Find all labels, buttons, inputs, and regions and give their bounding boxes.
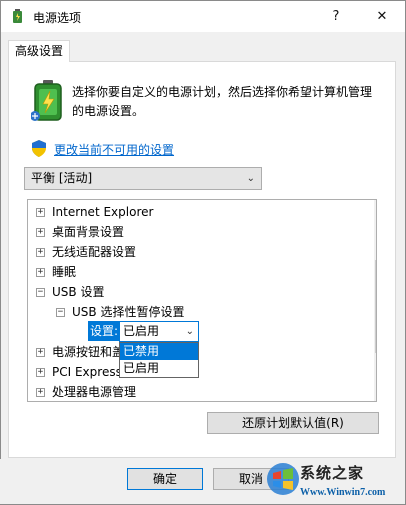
scroll-down-arrow-icon[interactable]: ▼: [374, 384, 376, 401]
intro-text: 选择你要自定义的电源计划，然后选择你希望计算机管理的电源设置。: [72, 85, 373, 118]
tree-item-label: 电源按钮和盖: [52, 345, 125, 359]
battery-icon: [31, 80, 62, 121]
tree-item-label: 睡眠: [52, 265, 77, 279]
collapse-icon[interactable]: −: [56, 308, 65, 317]
tab-advanced-settings[interactable]: 高级设置: [8, 40, 70, 62]
dropdown-option-disabled[interactable]: 已禁用: [120, 343, 198, 360]
title-bar: 电源选项 ? ✕: [1, 1, 405, 32]
tree-item[interactable]: + Internet Explorer: [28, 202, 358, 222]
power-settings-tree[interactable]: + Internet Explorer + 桌面背景设置 + 无线适配器设置 +…: [27, 199, 377, 402]
setting-value: 已启用: [123, 324, 160, 338]
expand-icon[interactable]: +: [36, 208, 45, 217]
help-icon: ?: [332, 9, 340, 24]
close-icon: ✕: [376, 9, 388, 24]
watermark-url: Www.Winwin7.com: [300, 487, 386, 498]
tree-item[interactable]: + 睡眠: [28, 262, 358, 282]
expand-icon[interactable]: +: [36, 348, 45, 357]
scroll-up-arrow-icon[interactable]: ▲: [374, 200, 376, 217]
restore-plan-defaults-button[interactable]: 还原计划默认值(R): [207, 412, 379, 434]
close-button[interactable]: ✕: [359, 1, 405, 32]
tree-item[interactable]: + 处理器电源管理: [28, 382, 358, 401]
scroll-thumb[interactable]: [375, 260, 376, 353]
tree-item[interactable]: + 桌面背景设置: [28, 222, 358, 242]
window-title: 电源选项: [33, 11, 82, 25]
chevron-down-icon: ⌄: [185, 326, 194, 337]
help-button[interactable]: ?: [313, 1, 359, 32]
power-plan-value: 平衡 [活动]: [31, 171, 93, 185]
setting-value-dropdown[interactable]: 已禁用 已启用: [119, 342, 199, 378]
tree-item-label: 无线适配器设置: [52, 245, 137, 259]
power-plan-select[interactable]: 平衡 [活动] ⌄: [24, 167, 262, 190]
tree-item[interactable]: + 无线适配器设置: [28, 242, 358, 262]
tree-scrollbar[interactable]: ▲ ▼: [374, 200, 376, 401]
tree-item[interactable]: − USB 选择性暂停设置: [28, 302, 358, 322]
ok-button[interactable]: 确定: [127, 468, 203, 490]
expand-icon[interactable]: +: [36, 248, 45, 257]
expand-icon[interactable]: +: [36, 228, 45, 237]
tree-item[interactable]: − USB 设置: [28, 282, 358, 302]
expand-icon[interactable]: +: [36, 388, 45, 397]
expand-icon[interactable]: +: [36, 268, 45, 277]
tree-item-label: USB 选择性暂停设置: [72, 305, 185, 319]
uac-shield-icon: [32, 140, 46, 157]
tree-item-label: Internet Explorer: [52, 205, 154, 219]
dropdown-option-enabled[interactable]: 已启用: [120, 360, 198, 377]
setting-value-select[interactable]: 已启用 ⌄: [119, 321, 199, 342]
watermark-title: 系统之家: [300, 464, 365, 482]
tree-item-label: PCI Express: [52, 365, 122, 379]
collapse-icon[interactable]: −: [36, 288, 45, 297]
power-options-icon: [13, 9, 22, 23]
tree-item-label: 处理器电源管理: [52, 385, 137, 399]
expand-icon[interactable]: +: [36, 368, 45, 377]
change-unavailable-settings-link[interactable]: 更改当前不可用的设置: [54, 141, 174, 158]
setting-label: 设置:: [88, 321, 121, 341]
tree-item-label: 桌面背景设置: [52, 225, 125, 239]
chevron-down-icon: ⌄: [246, 173, 255, 184]
tree-item-label: USB 设置: [52, 285, 105, 299]
